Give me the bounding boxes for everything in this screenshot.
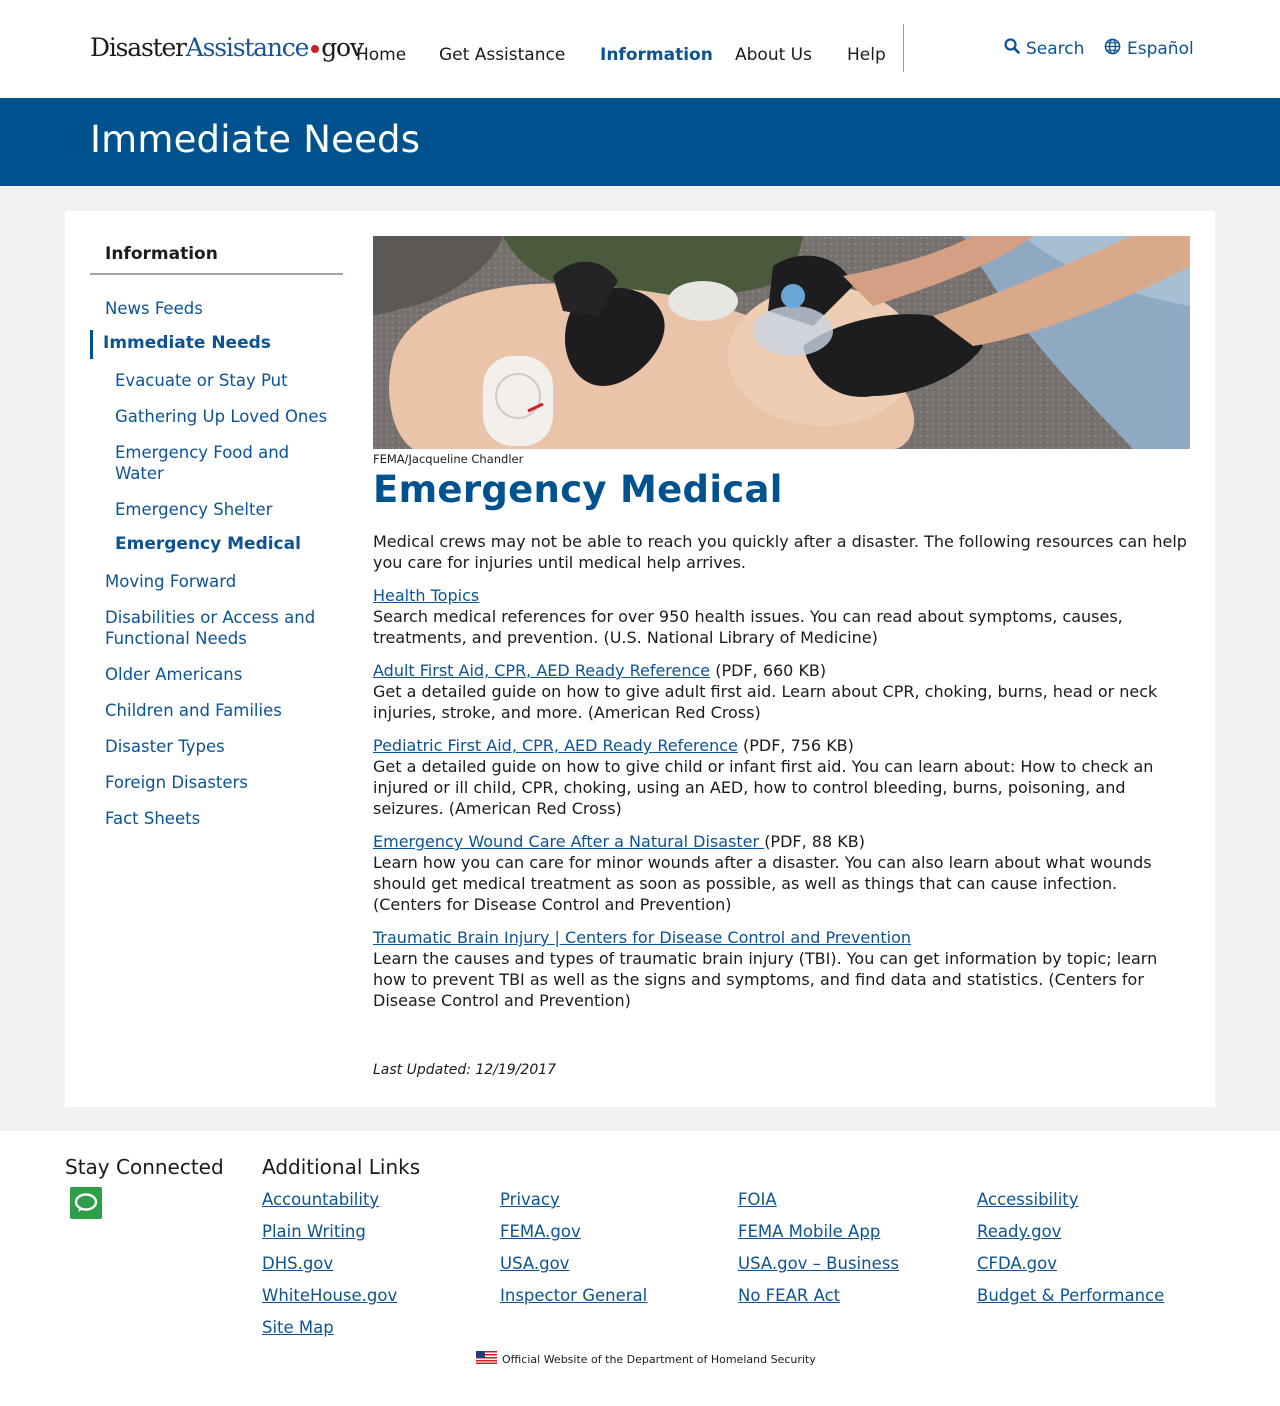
sidebar-item-fact-sheets[interactable]: Fact Sheets [105, 808, 335, 829]
resource-link-tbi[interactable]: Traumatic Brain Injury | Centers for Dis… [373, 928, 911, 947]
sidebar-title: Information [105, 244, 218, 264]
last-updated: Last Updated: 12/19/2017 [373, 1062, 557, 1078]
resource-description: Learn how you can care for minor wounds … [373, 853, 1152, 914]
sidebar-item-gathering-loved-ones[interactable]: Gathering Up Loved Ones [115, 406, 340, 427]
resource-link-health-topics[interactable]: Health Topics [373, 586, 479, 605]
banner-title: Immediate Needs [90, 118, 421, 161]
search-icon [1004, 38, 1026, 59]
sidebar-item-food-water[interactable]: Emergency Food and Water [115, 442, 315, 484]
sidebar-item-shelter[interactable]: Emergency Shelter [115, 499, 335, 520]
resource-description: Learn the causes and types of traumatic … [373, 949, 1158, 1010]
resource-item: Traumatic Brain Injury | Centers for Dis… [373, 927, 1190, 1011]
photo-caption: FEMA/Jacqueline Chandler [373, 452, 524, 466]
us-flag-icon [476, 1351, 502, 1367]
resource-item: Pediatric First Aid, CPR, AED Ready Refe… [373, 736, 1154, 818]
site-logo[interactable]: DisasterAssistance gov [90, 33, 364, 62]
resource-item: Health Topics Search medical references … [373, 585, 1190, 648]
globe-icon [1104, 38, 1127, 60]
footer-link-site-map[interactable]: Site Map [262, 1318, 334, 1337]
sidebar-item-disabilities[interactable]: Disabilities or Access and Functional Ne… [105, 607, 335, 649]
footer-link-usa-gov-business[interactable]: USA.gov – Business [738, 1254, 899, 1273]
sidebar-item-evacuate[interactable]: Evacuate or Stay Put [115, 370, 335, 391]
nav-divider [903, 24, 904, 72]
resource-description: Get a detailed guide on how to give chil… [373, 757, 1154, 818]
footer-link-accessibility[interactable]: Accessibility [977, 1190, 1079, 1209]
resource-description: Get a detailed guide on how to give adul… [373, 682, 1158, 722]
additional-links-heading: Additional Links [262, 1155, 421, 1179]
resource-link-adult-first-aid[interactable]: Adult First Aid, CPR, AED Ready Referenc… [373, 661, 710, 680]
nav-about-us[interactable]: About Us [735, 45, 812, 65]
logo-dot [311, 44, 320, 53]
nav-home[interactable]: Home [356, 45, 406, 65]
footer-link-budget-performance[interactable]: Budget & Performance [977, 1286, 1164, 1305]
footer-link-fema[interactable]: FEMA.gov [500, 1222, 581, 1241]
page-title: Emergency Medical [373, 468, 783, 511]
footer-link-inspector-general[interactable]: Inspector General [500, 1286, 647, 1305]
sidebar-item-emergency-medical[interactable]: Emergency Medical [115, 534, 335, 555]
resource-item: Emergency Wound Care After a Natural Dis… [373, 832, 1152, 914]
footer-link-usa-gov[interactable]: USA.gov [500, 1254, 569, 1273]
sidebar-item-older-americans[interactable]: Older Americans [105, 664, 335, 685]
search-link[interactable]: Search [1004, 38, 1084, 59]
hero-photo [373, 236, 1190, 449]
sidebar-item-immediate-needs[interactable]: Immediate Needs [103, 333, 333, 354]
intro-text: Medical crews may not be able to reach y… [373, 532, 1187, 572]
sidebar-item-children-families[interactable]: Children and Families [105, 700, 335, 721]
resource-link-wound-care[interactable]: Emergency Wound Care After a Natural Dis… [373, 832, 764, 851]
page-banner: Immediate Needs [0, 98, 1280, 186]
nav-help[interactable]: Help [847, 45, 886, 65]
sidebar-item-moving-forward[interactable]: Moving Forward [105, 571, 335, 592]
footer-link-dhs[interactable]: DHS.gov [262, 1254, 333, 1273]
chat-icon[interactable] [70, 1187, 102, 1219]
resource-link-pediatric-first-aid[interactable]: Pediatric First Aid, CPR, AED Ready Refe… [373, 736, 738, 755]
sidebar-item-foreign-disasters[interactable]: Foreign Disasters [105, 772, 335, 793]
language-link[interactable]: Español [1104, 38, 1194, 60]
footer-link-no-fear-act[interactable]: No FEAR Act [738, 1286, 840, 1305]
footer-link-whitehouse[interactable]: WhiteHouse.gov [262, 1286, 397, 1305]
footer-link-foia[interactable]: FOIA [738, 1190, 777, 1209]
sidebar-item-news-feeds[interactable]: News Feeds [105, 298, 335, 319]
stay-connected-heading: Stay Connected [65, 1155, 224, 1179]
footer-link-plain-writing[interactable]: Plain Writing [262, 1222, 366, 1241]
footer-link-cfda[interactable]: CFDA.gov [977, 1254, 1057, 1273]
nav-get-assistance[interactable]: Get Assistance [439, 45, 565, 65]
site-header: DisasterAssistance gov Home Get Assistanc… [0, 0, 1280, 98]
footer-link-fema-mobile-app[interactable]: FEMA Mobile App [738, 1222, 880, 1241]
resource-description: Search medical references for over 950 h… [373, 607, 1123, 647]
sidebar-active-indicator [90, 330, 93, 359]
footer-link-ready-gov[interactable]: Ready.gov [977, 1222, 1061, 1241]
official-website-notice: Official Website of the Department of Ho… [476, 1351, 816, 1367]
footer-link-privacy[interactable]: Privacy [500, 1190, 560, 1209]
sidebar-item-disaster-types[interactable]: Disaster Types [105, 736, 335, 757]
nav-information[interactable]: Information [600, 45, 713, 65]
sidebar-divider [90, 273, 343, 275]
resource-item: Adult First Aid, CPR, AED Ready Referenc… [373, 661, 1158, 722]
footer-link-accountability[interactable]: Accountability [262, 1190, 379, 1209]
